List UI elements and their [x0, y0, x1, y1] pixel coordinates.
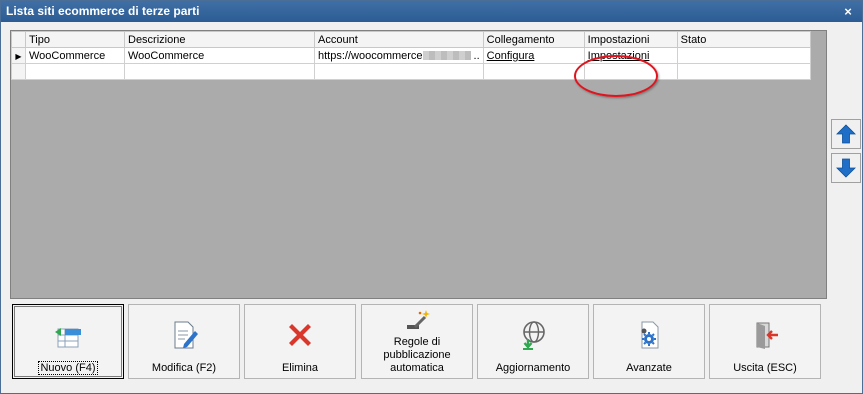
- column-header-descrizione[interactable]: Descrizione: [124, 31, 315, 48]
- uscita-button[interactable]: Uscita (ESC): [709, 304, 821, 379]
- aggiornamento-button[interactable]: Aggiornamento: [477, 304, 589, 379]
- regole-label: Regole di pubblicazione automatica: [383, 336, 451, 374]
- redacted-area: [422, 51, 471, 61]
- settings-document-icon: [594, 319, 704, 351]
- empty-cell[interactable]: [482, 63, 585, 80]
- window-title: Lista siti ecommerce di terze parti: [6, 4, 200, 18]
- table-header-row: Tipo Descrizione Account Collegamento Im…: [11, 31, 811, 48]
- impostazioni-link[interactable]: Impostazioni: [588, 50, 650, 62]
- cell-descrizione[interactable]: WooCommerce: [124, 47, 315, 64]
- column-header-tipo[interactable]: Tipo: [25, 31, 125, 48]
- empty-cell[interactable]: [124, 63, 315, 80]
- move-down-button[interactable]: [831, 153, 861, 183]
- column-header-stato[interactable]: Stato: [676, 31, 811, 48]
- cell-tipo[interactable]: WooCommerce: [25, 47, 125, 64]
- avanzate-button[interactable]: Avanzate: [593, 304, 705, 379]
- new-record-icon: [13, 319, 123, 351]
- new-row-placeholder[interactable]: [11, 63, 811, 80]
- modifica-label: Modifica (F2): [151, 362, 217, 374]
- cell-impostazioni[interactable]: Impostazioni: [583, 47, 678, 64]
- configura-link[interactable]: Configura: [487, 50, 535, 62]
- nuovo-button[interactable]: Nuovo (F4): [12, 304, 124, 379]
- elimina-label: Elimina: [281, 362, 319, 374]
- elimina-button[interactable]: Elimina: [244, 304, 356, 379]
- edit-document-icon: [129, 319, 239, 351]
- cell-stato[interactable]: [676, 47, 811, 64]
- move-up-button[interactable]: [831, 119, 861, 149]
- arrow-down-icon: [836, 158, 856, 178]
- cell-collegamento[interactable]: Configura: [482, 47, 585, 64]
- ecommerce-sites-grid: Tipo Descrizione Account Collegamento Im…: [10, 30, 827, 299]
- arrow-up-icon: [836, 124, 856, 144]
- column-header-account[interactable]: Account: [314, 31, 484, 48]
- empty-cell[interactable]: [676, 63, 811, 80]
- uscita-label: Uscita (ESC): [733, 362, 797, 374]
- empty-cell[interactable]: [314, 63, 484, 80]
- globe-download-icon: [478, 319, 588, 351]
- column-header-collegamento[interactable]: Collegamento: [482, 31, 585, 48]
- magic-wand-icon: [362, 307, 472, 339]
- regole-pubblicazione-button[interactable]: Regole di pubblicazione automatica: [361, 304, 473, 379]
- new-row-indicator: [11, 63, 26, 80]
- modifica-button[interactable]: Modifica (F2): [128, 304, 240, 379]
- title-bar: Lista siti ecommerce di terze parti ×: [1, 1, 862, 22]
- column-header-impostazioni[interactable]: Impostazioni: [583, 31, 678, 48]
- dialog-window: Lista siti ecommerce di terze parti × Ti…: [0, 0, 863, 394]
- empty-cell[interactable]: [25, 63, 125, 80]
- avanzate-label: Avanzate: [626, 362, 672, 374]
- close-icon[interactable]: ×: [840, 1, 856, 22]
- account-text: https://woocommerce: [318, 49, 423, 62]
- nuovo-label: Nuovo (F4): [38, 361, 98, 375]
- table-row[interactable]: ▶ WooCommerce WooCommerce https://woocom…: [11, 47, 811, 64]
- sites-table: Tipo Descrizione Account Collegamento Im…: [11, 31, 811, 80]
- delete-x-icon: [245, 319, 355, 351]
- account-ellipsis: ..: [473, 49, 480, 62]
- cell-account[interactable]: https://woocommerce..: [314, 47, 484, 64]
- current-row-indicator-icon: ▶: [11, 47, 26, 64]
- aggiornamento-label: Aggiornamento: [495, 362, 571, 374]
- row-indicator-header: [11, 31, 26, 48]
- exit-door-icon: [710, 319, 820, 351]
- empty-cell[interactable]: [583, 63, 678, 80]
